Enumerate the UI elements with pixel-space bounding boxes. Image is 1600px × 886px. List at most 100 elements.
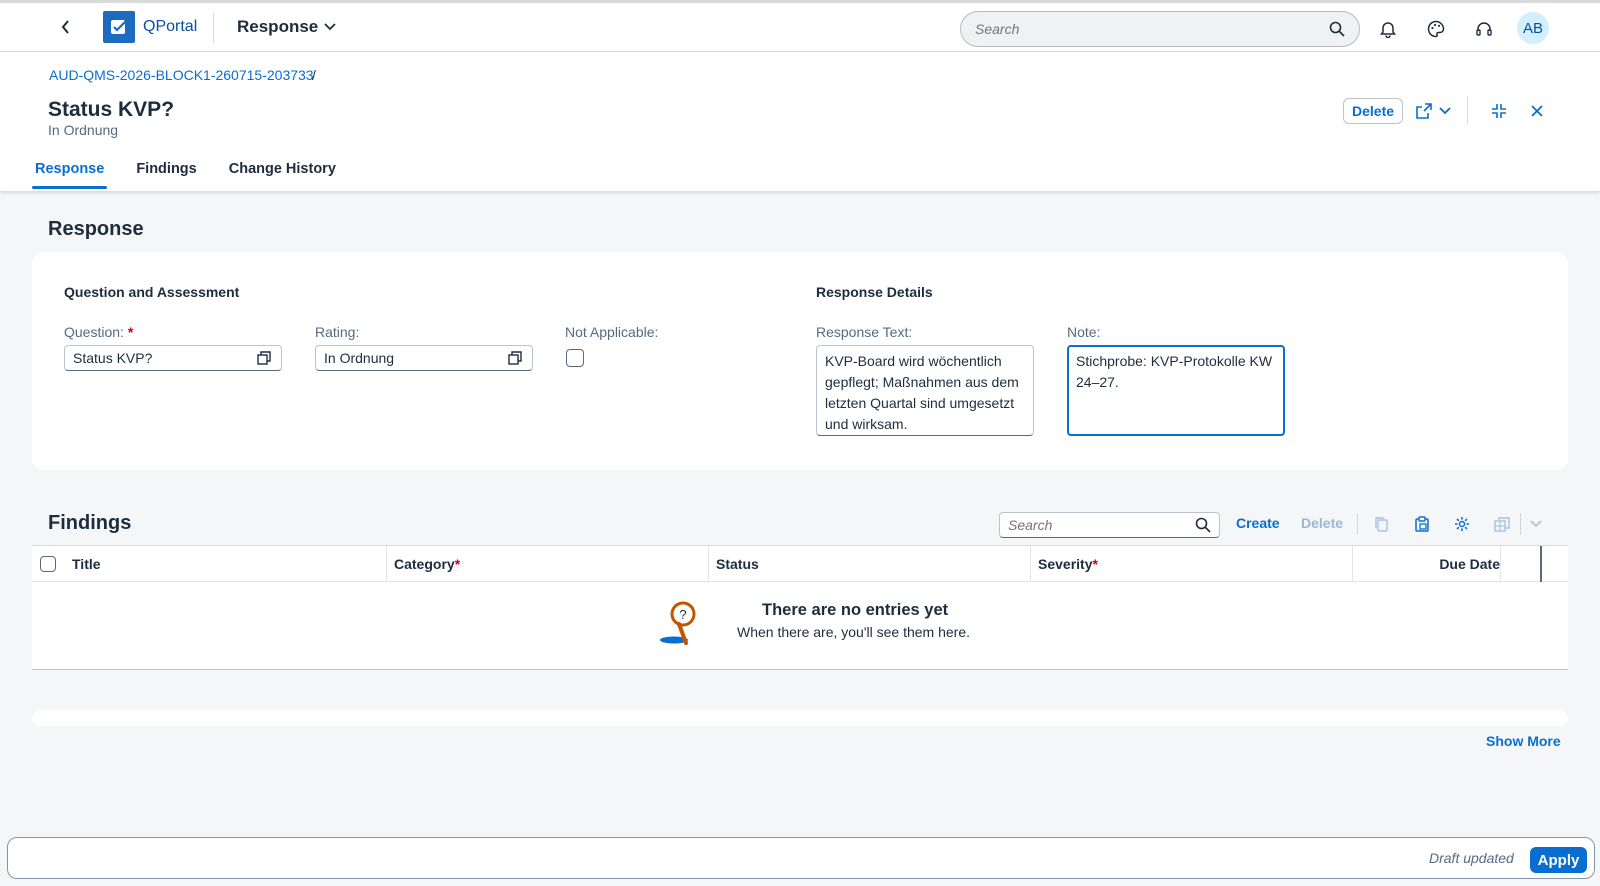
chevron-down-icon [1530, 520, 1542, 528]
shell-divider [213, 13, 214, 43]
findings-table: Title Category* Status Severity* Due Dat… [32, 545, 1568, 670]
empty-state-illustration-icon: ? [660, 601, 696, 645]
toolbar-divider [1357, 513, 1358, 535]
show-more-button[interactable]: Show More [1486, 733, 1561, 749]
column-header-category[interactable]: Category* [394, 546, 460, 582]
shell-bar: QPortal Response AB [0, 0, 1600, 52]
page-subtitle: In Ordnung [48, 122, 119, 138]
shell-search [960, 11, 1360, 47]
tab-bar: Response Findings Change History [32, 158, 365, 191]
close-icon [1531, 105, 1543, 117]
headset-icon [1476, 22, 1492, 36]
app-logo[interactable] [103, 11, 135, 43]
value-help-icon [508, 351, 522, 365]
findings-search [999, 512, 1220, 538]
required-marker: * [127, 324, 134, 340]
select-all-checkbox[interactable] [40, 556, 56, 572]
search-icon [1329, 21, 1345, 37]
question-label: Question: * [64, 324, 133, 340]
help-button[interactable] [1472, 17, 1496, 41]
chevron-left-icon [61, 20, 69, 34]
delete-button[interactable]: Delete [1343, 98, 1404, 124]
question-field[interactable]: Status KVP? [64, 345, 282, 371]
footer-bar: Draft updated Apply [7, 837, 1595, 879]
breadcrumb-separator: / [312, 67, 316, 83]
draft-status: Draft updated [1429, 850, 1514, 866]
product-name[interactable]: QPortal [143, 18, 197, 36]
theme-button[interactable] [1424, 17, 1448, 41]
back-button[interactable] [56, 15, 76, 39]
apply-button[interactable]: Apply [1530, 847, 1587, 873]
column-header-title[interactable]: Title [72, 546, 101, 582]
bell-icon [1380, 22, 1396, 38]
response-section-title: Response [48, 218, 144, 240]
column-divider [1352, 546, 1353, 582]
column-header-status[interactable]: Status [716, 546, 759, 582]
section-card-edge [32, 710, 1568, 726]
response-card: Question and Assessment Response Details… [32, 252, 1568, 470]
value-help-button[interactable] [506, 349, 524, 367]
column-label: Severity [1038, 556, 1093, 572]
tab-findings[interactable]: Findings [133, 158, 199, 191]
notifications-button[interactable] [1376, 17, 1400, 41]
required-marker: * [1092, 556, 1098, 572]
gear-icon [1455, 517, 1469, 531]
export-button[interactable] [1491, 513, 1513, 535]
delete-finding-button[interactable]: Delete [1301, 515, 1343, 531]
column-header-due-date[interactable]: Due Date [1360, 546, 1500, 582]
value-help-icon [257, 351, 271, 365]
user-avatar[interactable]: AB [1517, 12, 1549, 44]
close-button[interactable] [1525, 99, 1549, 123]
note-text-area[interactable]: Stichprobe: KVP-Protokolle KW 24–27. [1067, 345, 1285, 436]
share-icon [1416, 103, 1432, 119]
exit-fullscreen-icon [1492, 104, 1506, 118]
details-group-title: Response Details [816, 284, 933, 300]
create-finding-button[interactable]: Create [1236, 515, 1280, 531]
column-divider [1030, 546, 1031, 582]
column-divider [1540, 546, 1542, 582]
column-divider [1500, 546, 1501, 582]
export-icon [1494, 517, 1510, 532]
rating-field[interactable]: In Ordnung [315, 345, 533, 371]
rating-value: In Ordnung [324, 350, 395, 366]
export-menu-button[interactable] [1525, 513, 1547, 535]
question-label-text: Question: [64, 324, 124, 340]
app-title-menu[interactable]: Response [237, 17, 336, 37]
object-page-header: AUD-QMS-2026-BLOCK1-260715-203733 / Stat… [0, 52, 1600, 191]
empty-state-text: When there are, you'll see them here. [737, 624, 971, 640]
share-menu-button[interactable] [1413, 99, 1453, 123]
copy-button[interactable] [1371, 513, 1393, 535]
logo-icon [111, 20, 127, 34]
column-label: Category [394, 556, 455, 572]
toolbar-divider [1520, 513, 1521, 535]
not-applicable-label: Not Applicable: [565, 324, 659, 340]
shell-search-input[interactable] [975, 21, 1329, 37]
column-divider [708, 546, 709, 582]
required-marker: * [454, 556, 461, 572]
table-settings-button[interactable] [1451, 513, 1473, 535]
empty-state-title: There are no entries yet [762, 601, 949, 619]
question-group-title: Question and Assessment [64, 284, 240, 300]
paste-icon [1415, 516, 1429, 532]
value-help-button[interactable] [255, 349, 273, 367]
search-icon [1195, 517, 1211, 533]
response-text-area[interactable]: KVP-Board wird wöchentlich gepflegt; Maß… [816, 345, 1034, 436]
exit-fullscreen-button[interactable] [1487, 99, 1511, 123]
findings-search-input[interactable] [1008, 517, 1195, 533]
column-divider [386, 546, 387, 582]
table-header: Title Category* Status Severity* Due Dat… [32, 545, 1568, 582]
paste-button[interactable] [1411, 513, 1433, 535]
response-text-label: Response Text: [816, 324, 913, 340]
note-label: Note: [1067, 324, 1101, 340]
app-title: Response [237, 17, 319, 36]
copy-icon [1375, 517, 1388, 532]
rating-label: Rating: [315, 324, 360, 340]
tab-change-history[interactable]: Change History [226, 158, 339, 191]
question-value: Status KVP? [73, 350, 153, 366]
column-header-severity[interactable]: Severity* [1038, 546, 1098, 582]
page-title: Status KVP? [48, 98, 175, 121]
tab-response[interactable]: Response [32, 158, 108, 191]
svg-text:?: ? [679, 607, 686, 622]
not-applicable-checkbox[interactable] [566, 349, 584, 367]
breadcrumb-link[interactable]: AUD-QMS-2026-BLOCK1-260715-203733 [49, 67, 314, 83]
